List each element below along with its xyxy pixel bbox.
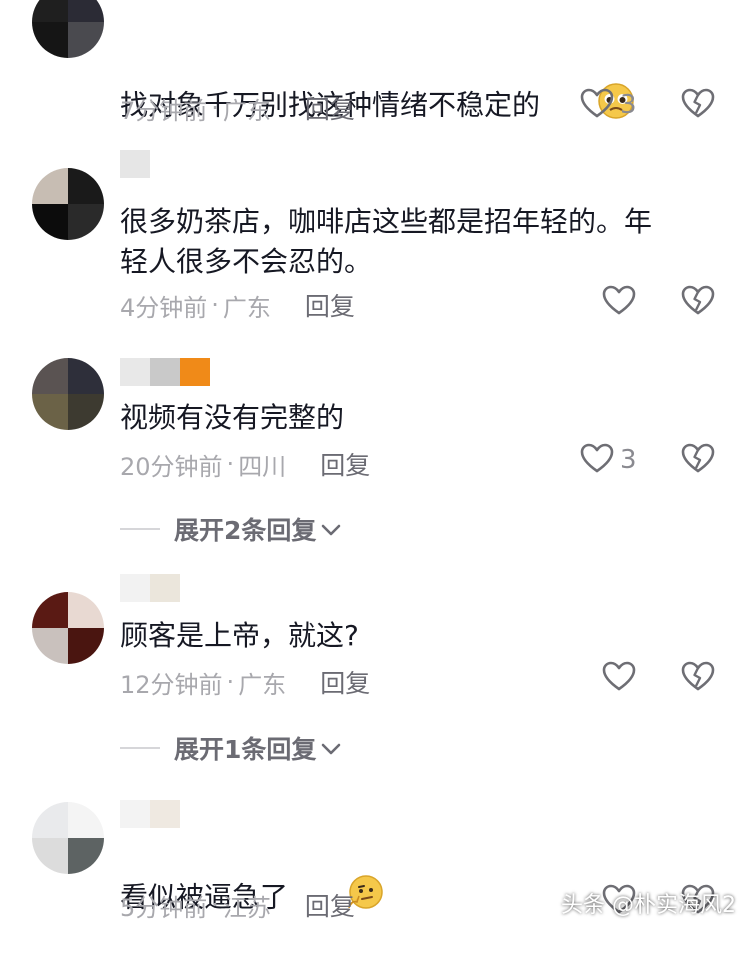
heart-outline-icon [580,88,614,122]
comment-time: 20分钟前 [120,452,223,481]
expand-replies-label: 展开1条回复 [174,735,317,764]
comment-meta: 4分钟前 · 广东 回复 [120,287,355,323]
comment-text: 视频有没有完整的 [120,401,345,434]
comment-time: 5分钟前 [120,893,208,922]
reply-button[interactable]: 回复 [320,664,370,700]
username-mosaic [120,800,180,828]
heart-outline-icon [580,443,614,477]
reply-button[interactable]: 回复 [320,446,370,482]
comment-location: 江苏 [222,893,271,922]
avatar[interactable] [32,0,104,58]
like-button[interactable] [602,285,636,319]
username-mosaic [120,150,150,178]
comment-time: 12分钟前 [120,670,223,699]
reply-button[interactable]: 回复 [305,287,355,323]
meta-separator: · [211,94,219,122]
dislike-button[interactable] [681,661,715,695]
divider-line [120,528,160,530]
comment-location: 广东 [222,293,271,322]
comment-meta: 7分钟前 · 广东 回复 [120,90,355,126]
comment-meta: 20分钟前 · 四川 回复 [120,446,370,482]
like-button[interactable] [602,661,636,695]
comment-location: 四川 [238,452,287,481]
meta-separator: · [211,291,219,319]
avatar[interactable] [32,358,104,430]
chevron-down-icon [320,734,342,763]
expand-replies-button[interactable]: 展开1条回复 [120,730,342,766]
comment-location: 广东 [238,670,287,699]
comment-text: 顾客是上帝，就这? [120,619,359,652]
chevron-down-icon [320,515,342,544]
avatar[interactable] [32,802,104,874]
broken-heart-outline-icon [681,285,715,319]
like-button[interactable]: 3 [580,443,637,477]
meta-separator: · [226,450,235,478]
dislike-button[interactable] [681,285,715,319]
dislike-button[interactable] [681,88,715,122]
meta-separator: · [211,891,219,919]
avatar[interactable] [32,168,104,240]
comment-time: 7分钟前 [120,96,208,125]
heart-outline-icon [602,285,636,319]
username-mosaic [120,574,180,602]
watermark: 头条 @朴实海风2 [561,893,736,918]
comment-time: 4分钟前 [120,293,208,322]
like-count: 3 [620,90,637,120]
comment-location: 广东 [222,96,271,125]
avatar[interactable] [32,592,104,664]
broken-heart-outline-icon [681,443,715,477]
expand-replies-button[interactable]: 展开2条回复 [120,511,342,547]
heart-outline-icon [602,661,636,695]
like-count: 3 [620,445,637,475]
expand-replies-label: 展开2条回复 [174,516,317,545]
dislike-button[interactable] [681,443,715,477]
username-mosaic [120,358,210,386]
comment-meta: 5分钟前 · 江苏 回复 [120,887,355,923]
like-button[interactable]: 3 [580,88,637,122]
meta-separator: · [226,668,235,696]
broken-heart-outline-icon [681,661,715,695]
broken-heart-outline-icon [681,88,715,122]
comment-text: 很多奶茶店，咖啡店这些都是招年轻的。年 轻人很多不会忍的。 [120,205,653,278]
comment-meta: 12分钟前 · 广东 回复 [120,664,370,700]
reply-button[interactable]: 回复 [305,887,355,923]
divider-line [120,747,160,749]
reply-button[interactable]: 回复 [305,90,355,126]
